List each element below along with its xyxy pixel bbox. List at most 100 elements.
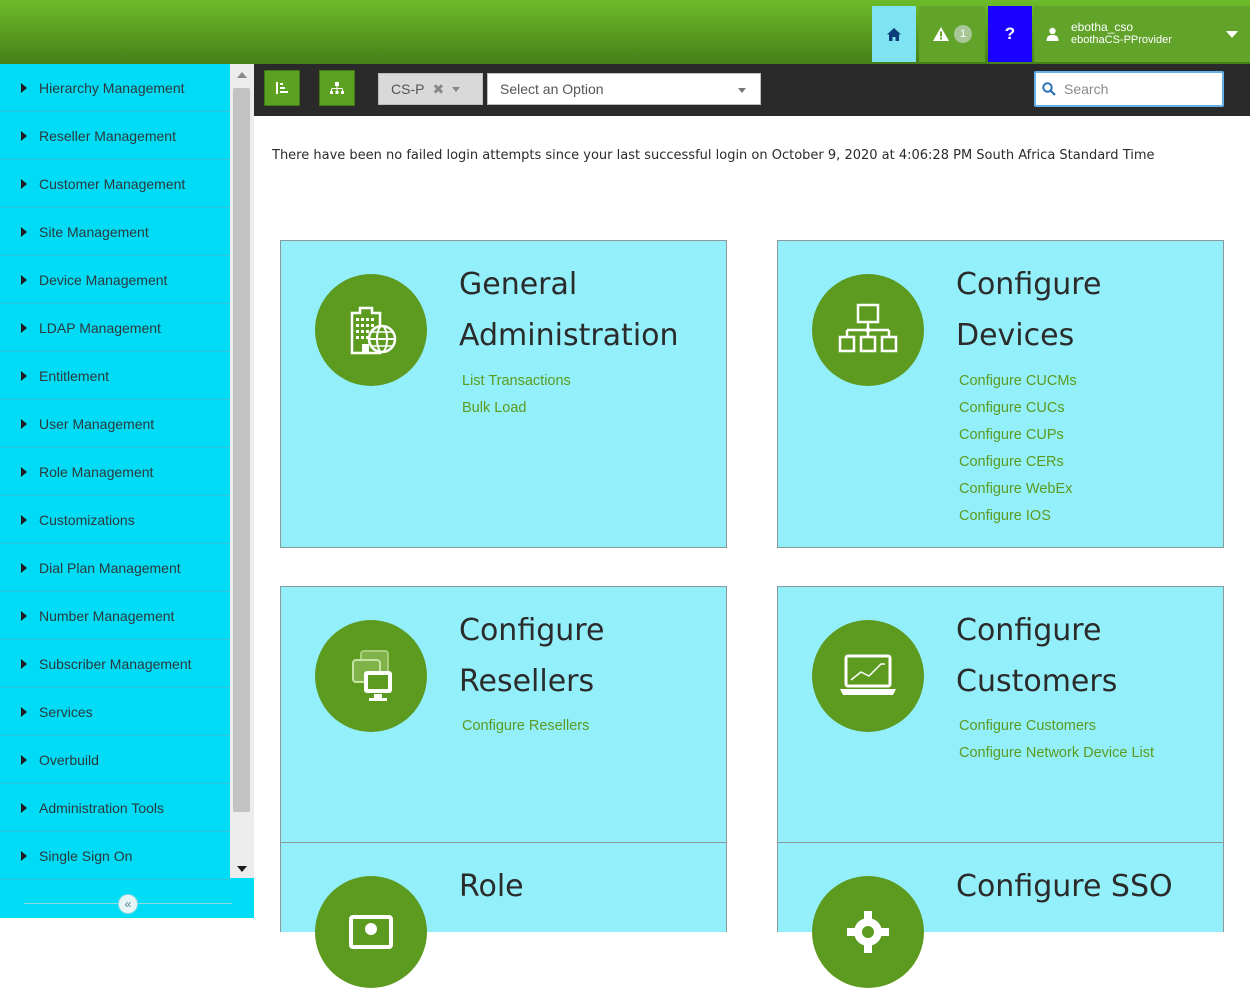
card-icon-circle <box>812 620 924 732</box>
link-configure-resellers[interactable]: Configure Resellers <box>462 713 589 740</box>
caret-right-icon <box>21 850 27 861</box>
user-menu-button[interactable]: ebotha_cso ebothaCS-PProvider <box>1034 6 1250 62</box>
id-card-icon <box>349 915 393 949</box>
sidebar-item-entitlement[interactable]: Entitlement <box>0 352 230 400</box>
search-input[interactable] <box>1062 80 1206 98</box>
user-icon <box>1046 27 1059 41</box>
sidebar-item-customer-management[interactable]: Customer Management <box>0 160 230 208</box>
sidebar-item-single-sign-on[interactable]: Single Sign On <box>0 832 230 880</box>
sidebar-scrollbar[interactable] <box>230 64 254 878</box>
link-list-transactions[interactable]: List Transactions <box>462 368 571 395</box>
sidebar-item-label: Services <box>39 703 93 720</box>
network-devices-icon <box>838 303 898 353</box>
clear-icon[interactable]: ✖ <box>432 81 444 98</box>
sidebar-item-label: Overbuild <box>39 751 99 768</box>
sidebar-item-label: Entitlement <box>39 367 110 384</box>
hierarchy-chip[interactable]: CS-P ✖ <box>378 73 483 105</box>
sidebar-item-dial-plan-management[interactable]: Dial Plan Management <box>0 544 230 592</box>
search-box[interactable] <box>1034 71 1224 107</box>
sidebar-item-role-management[interactable]: Role Management <box>0 448 230 496</box>
sidebar-item-administration-tools[interactable]: Administration Tools <box>0 784 230 832</box>
link-configure-network-device-list[interactable]: Configure Network Device List <box>959 740 1179 762</box>
sidebar-item-reseller-management[interactable]: Reseller Management <box>0 112 230 160</box>
sidebar-item-hierarchy-management[interactable]: Hierarchy Management <box>0 64 230 112</box>
card-title-line1: Configure SSO <box>956 869 1173 904</box>
caret-right-icon <box>21 370 27 381</box>
caret-right-icon <box>21 130 27 141</box>
chevron-down-icon <box>1226 31 1238 38</box>
sidebar-item-services[interactable]: Services <box>0 688 230 736</box>
user-name: ebotha_cso <box>1071 20 1134 34</box>
sidebar-item-label: Administration Tools <box>39 799 165 816</box>
sidebar-item-customizations[interactable]: Customizations <box>0 496 230 544</box>
login-notice: There have been no failed login attempts… <box>272 148 1155 163</box>
search-icon <box>1042 82 1056 96</box>
card-icon-circle <box>315 620 427 732</box>
card-icon-circle <box>315 876 427 988</box>
alert-count-badge: 1 <box>954 25 972 43</box>
building-globe-icon <box>350 306 397 355</box>
caret-right-icon <box>21 322 27 333</box>
help-button[interactable]: ? <box>988 6 1032 62</box>
link-configure-webex[interactable]: Configure WebEx <box>959 476 1077 503</box>
caret-right-icon <box>21 82 27 93</box>
scroll-down-icon[interactable] <box>237 866 247 872</box>
sidebar-item-label: Device Management <box>39 271 168 288</box>
link-bulk-load[interactable]: Bulk Load <box>462 395 571 422</box>
top-bar: 1 ? ebotha_cso ebothaCS-PProvider <box>0 0 1250 64</box>
sidebar-item-label: Hierarchy Management <box>39 79 185 96</box>
card-links: Configure Resellers <box>462 713 589 740</box>
chevron-down-icon[interactable] <box>452 86 461 92</box>
home-button[interactable] <box>872 6 916 62</box>
toolbar: CS-P ✖ Select an Option <box>254 64 1250 116</box>
caret-right-icon <box>21 178 27 189</box>
sidebar-item-user-management[interactable]: User Management <box>0 400 230 448</box>
sidebar-item-site-management[interactable]: Site Management <box>0 208 230 256</box>
card-title: Configure Devices <box>956 259 1218 361</box>
card-links: Configure CUCMs Configure CUCs Configure… <box>959 368 1077 530</box>
caret-right-icon <box>21 658 27 669</box>
caret-right-icon <box>21 418 27 429</box>
sidebar-item-number-management[interactable]: Number Management <box>0 592 230 640</box>
hierarchy-button[interactable] <box>319 70 355 106</box>
card-title: Role <box>459 861 721 912</box>
card-icon-circle <box>812 274 924 386</box>
sidebar-item-ldap-management[interactable]: LDAP Management <box>0 304 230 352</box>
sidebar-item-device-management[interactable]: Device Management <box>0 256 230 304</box>
sidebar-item-label: LDAP Management <box>39 319 161 336</box>
hierarchy-select[interactable]: Select an Option <box>487 73 761 105</box>
sidebar-menu: Hierarchy Management Reseller Management C… <box>0 64 230 880</box>
card-icon-circle <box>315 274 427 386</box>
sidebar-item-label: User Management <box>39 415 155 432</box>
sidebar-item-label: Single Sign On <box>39 847 133 864</box>
card-title-line1: Configure <box>956 267 1102 302</box>
caret-right-icon <box>21 274 27 285</box>
collapse-sidebar-button[interactable]: « <box>118 894 138 914</box>
sidebar: Hierarchy Management Reseller Management C… <box>0 64 254 918</box>
link-configure-cucs[interactable]: Configure CUCs <box>959 395 1077 422</box>
card-title: Configure SSO <box>956 861 1218 912</box>
card-links: Configure Customers Configure Network De… <box>959 713 1179 762</box>
card-title-line1: Configure <box>956 613 1102 648</box>
sidebar-item-label: Customizations <box>39 511 135 528</box>
sidebar-item-overbuild[interactable]: Overbuild <box>0 736 230 784</box>
alerts-button[interactable]: 1 <box>919 6 985 62</box>
sidebar-item-label: Reseller Management <box>39 127 176 144</box>
caret-right-icon <box>21 754 27 765</box>
link-configure-customers[interactable]: Configure Customers <box>959 713 1179 740</box>
card-title-line1: Configure <box>459 613 605 648</box>
scroll-thumb[interactable] <box>233 88 250 812</box>
link-configure-cups[interactable]: Configure CUPs <box>959 422 1077 449</box>
card-title: General Administration <box>459 259 721 361</box>
sidebar-item-subscriber-management[interactable]: Subscriber Management <box>0 640 230 688</box>
sidebar-item-label: Subscriber Management <box>39 655 192 672</box>
hierarchy-select-placeholder: Select an Option <box>500 81 604 97</box>
tree-view-button[interactable] <box>264 70 300 106</box>
monitors-icon <box>352 650 392 701</box>
card-links: List Transactions Bulk Load <box>462 368 571 422</box>
link-configure-cucms[interactable]: Configure CUCMs <box>959 368 1077 395</box>
link-configure-cers[interactable]: Configure CERs <box>959 449 1077 476</box>
scroll-up-icon[interactable] <box>237 72 247 78</box>
link-configure-ios[interactable]: Configure IOS <box>959 503 1077 530</box>
caret-right-icon <box>21 514 27 525</box>
